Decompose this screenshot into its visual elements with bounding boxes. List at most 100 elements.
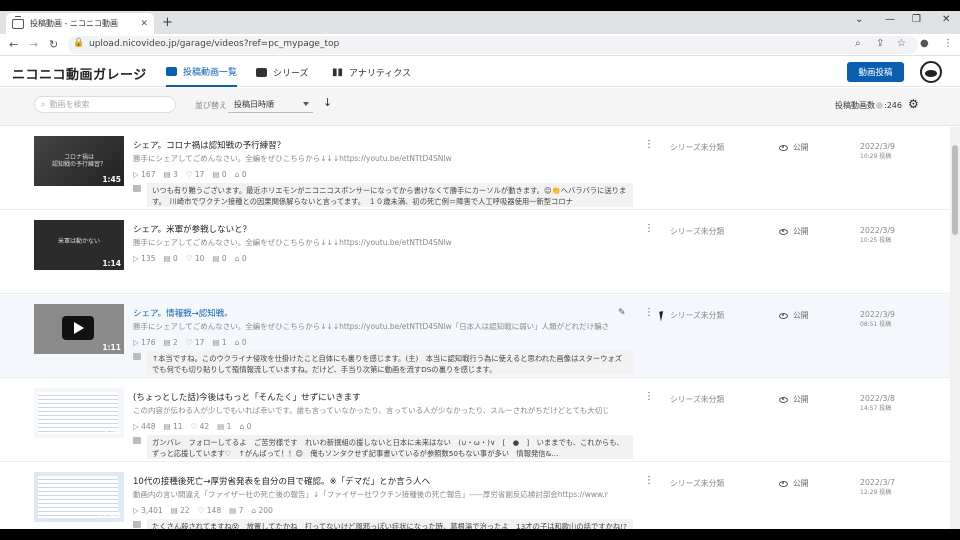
mylist-stat: ▤ 0 <box>212 170 227 179</box>
more-options-icon[interactable]: ⋮ <box>644 476 654 486</box>
post-date: 2022/3/7 12:29 投稿 <box>860 478 896 496</box>
reload-icon[interactable]: ↻ <box>49 38 58 51</box>
comment-preview: いつも有り難うございます。最近ホリエモンがニコニコスポンサーになってから書けなく… <box>133 183 633 207</box>
post-video-button[interactable]: 動画投稿 <box>847 62 904 82</box>
share-icon[interactable]: ⇪ <box>876 38 884 49</box>
series-status[interactable]: シリーズ未分類 <box>670 310 724 321</box>
more-options-icon[interactable]: ⋮ <box>644 140 654 150</box>
video-row[interactable]: コロナ禍は 認知戦の予行練習？ 1:45 シェア。コロナ禍は認知戦の予行練習？ … <box>0 127 950 210</box>
sort-select[interactable]: 投稿日時順 <box>228 96 313 113</box>
url-text[interactable]: upload.nicovideo.jp/garage/videos?ref=pc… <box>89 39 339 49</box>
tab-title: 投稿動画 - ニコニコ動画 <box>30 19 118 28</box>
sort-value: 投稿日時順 <box>234 99 274 109</box>
video-title[interactable]: 10代の接種後死亡→厚労省発表を自分の目で確認。※「デマだ」とか言う人へ <box>133 475 430 487</box>
video-duration: 5:56 <box>102 427 121 436</box>
video-row[interactable]: 5:56 (ちょっとした話)今後はもっと「そんたく」せずにいきます この内容が伝… <box>0 379 950 462</box>
scrollbar-thumb[interactable] <box>952 145 958 235</box>
visibility-status[interactable]: 公開 <box>779 478 809 489</box>
gear-icon[interactable]: ⚙ <box>908 97 919 111</box>
likes-stat: ♡ 42 <box>190 422 210 431</box>
views-stat: ▷ 135 <box>133 254 156 263</box>
video-thumbnail[interactable]: コロナ禍は 認知戦の予行練習？ 1:45 <box>34 136 124 186</box>
post-date: 2022/3/8 14:57 投稿 <box>860 394 896 412</box>
video-row[interactable]: 米軍は動かない 1:14 シェア。米軍が参戦しないと？ 勝手にシェアしてごめんな… <box>0 211 950 294</box>
visibility-status[interactable]: 公開 <box>779 142 809 153</box>
visibility-status[interactable]: 公開 <box>779 394 809 405</box>
tv-favicon-icon <box>12 15 24 29</box>
address-bar-row: ← → ↻ 🔒 upload.nicovideo.jp/garage/video… <box>0 34 960 56</box>
video-duration: 11:43 <box>97 511 121 520</box>
edit-pencil-icon[interactable]: ✎ <box>618 308 626 318</box>
visibility-label: 公開 <box>793 311 809 320</box>
caret-down-icon <box>303 102 309 106</box>
user-avatar[interactable] <box>920 61 942 83</box>
video-title[interactable]: (ちょっとした話)今後はもっと「そんたく」せずにいきます <box>133 391 361 403</box>
app-logo[interactable]: ニコニコ動画ガレージ <box>12 64 147 83</box>
info-icon[interactable] <box>876 102 883 109</box>
scrollbar[interactable] <box>950 127 960 529</box>
views-stat: ▷ 448 <box>133 422 156 431</box>
nav-analytics[interactable]: ▮▮ アナリティクス <box>332 57 411 87</box>
video-thumbnail[interactable]: 5:56 <box>34 388 124 438</box>
sort-direction-button[interactable]: ↓ <box>323 96 332 109</box>
series-status[interactable]: シリーズ未分類 <box>670 142 724 153</box>
profile-icon[interactable]: ● <box>920 38 929 49</box>
video-stats: ▷ 167 ▤ 3 ♡ 17 ▤ 0 ⌂ 0 <box>133 170 247 179</box>
video-list-icon <box>166 66 177 76</box>
browser-menu-icon[interactable]: ⋮ <box>943 38 953 49</box>
comment-text: ↑本当ですね。このウクライナ侵攻を仕掛けたこと自体にも裏りを感じます。(主) 本… <box>147 351 633 375</box>
video-duration: 1:45 <box>102 175 121 184</box>
more-options-icon[interactable]: ⋮ <box>644 224 654 234</box>
forward-icon[interactable]: → <box>29 38 38 51</box>
search-input[interactable]: ⌕ 動画を検索 <box>34 96 176 113</box>
more-options-icon[interactable]: ⋮ <box>644 308 654 318</box>
nav-video-list[interactable]: 投稿動画一覧 <box>166 57 238 87</box>
series-status[interactable]: シリーズ未分類 <box>670 226 724 237</box>
close-window-icon[interactable]: ✕ <box>942 14 950 25</box>
mouse-cursor <box>659 310 669 322</box>
tab-strip: 投稿動画 - ニコニコ動画 ✕ + ⌄ — ❐ ✕ <box>0 11 960 34</box>
play-button-icon <box>62 316 94 340</box>
video-thumbnail[interactable]: 1:11 <box>34 304 124 354</box>
maximize-icon[interactable]: ❐ <box>912 14 921 25</box>
visibility-status[interactable]: 公開 <box>779 226 809 237</box>
bookmark-star-icon[interactable]: ☆ <box>897 38 906 49</box>
visibility-status[interactable]: 公開 <box>779 310 809 321</box>
video-row[interactable]: 11:43 10代の接種後死亡→厚労省発表を自分の目で確認。※「デマだ」とか言う… <box>0 463 950 529</box>
more-options-icon[interactable]: ⋮ <box>644 392 654 402</box>
video-thumbnail[interactable]: 米軍は動かない 1:14 <box>34 220 124 270</box>
lock-icon[interactable]: 🔒 <box>73 38 84 48</box>
video-title[interactable]: シェア。米軍が参戦しないと？ <box>133 223 251 235</box>
new-tab-icon[interactable]: + <box>162 15 173 30</box>
search-placeholder: 動画を検索 <box>49 100 90 109</box>
browser-window: 投稿動画 - ニコニコ動画 ✕ + ⌄ — ❐ ✕ ← → ↻ 🔒 upload… <box>0 11 960 529</box>
browser-tab[interactable]: 投稿動画 - ニコニコ動画 ✕ <box>6 13 154 34</box>
comment-preview: たくさん殺されてますね😵 放置してたかね 打ってないけど風邪っぽい症状になった時… <box>133 519 633 529</box>
visibility-label: 公開 <box>793 479 809 488</box>
nav-series[interactable]: シリーズ <box>256 57 309 87</box>
visibility-label: 公開 <box>793 395 809 404</box>
video-title[interactable]: シェア。コロナ禍は認知戦の予行練習？ <box>133 139 285 151</box>
nav-series-label: シリーズ <box>273 68 309 79</box>
bar-chart-icon: ▮▮ <box>332 66 344 78</box>
series-status[interactable]: シリーズ未分類 <box>670 394 724 405</box>
comments-stat: ▤ 3 <box>163 170 178 179</box>
video-description: 動画内の言い間違え「ファイザー社の死亡後の報告」↓「ファイザー社ワクチン接種後の… <box>133 490 608 499</box>
video-title[interactable]: シェア。情報戦→認知戦。 <box>133 307 233 319</box>
views-stat: ▷ 167 <box>133 170 156 179</box>
close-tab-icon[interactable]: ✕ <box>140 19 148 29</box>
video-duration: 1:11 <box>102 343 121 352</box>
zoom-search-icon[interactable]: ⌕ <box>855 38 861 49</box>
series-status[interactable]: シリーズ未分類 <box>670 478 724 489</box>
comment-icon <box>133 521 141 528</box>
video-count-label: 投稿動画数 <box>835 101 875 110</box>
mylist-stat: ▤ 0 <box>212 254 227 263</box>
mylist-stat: ▤ 7 <box>229 506 244 515</box>
thumbnail-caption: コロナ禍は 認知戦の予行練習？ <box>51 154 106 168</box>
minimize-icon[interactable]: — <box>885 14 895 25</box>
visibility-label: 公開 <box>793 143 809 152</box>
back-icon[interactable]: ← <box>9 38 18 51</box>
video-row[interactable]: 1:11 シェア。情報戦→認知戦。 勝手にシェアしてごめんなさい。全編をぜひこち… <box>0 295 950 378</box>
tab-search-chevron-icon[interactable]: ⌄ <box>855 14 863 25</box>
video-thumbnail[interactable]: 11:43 <box>34 472 124 522</box>
